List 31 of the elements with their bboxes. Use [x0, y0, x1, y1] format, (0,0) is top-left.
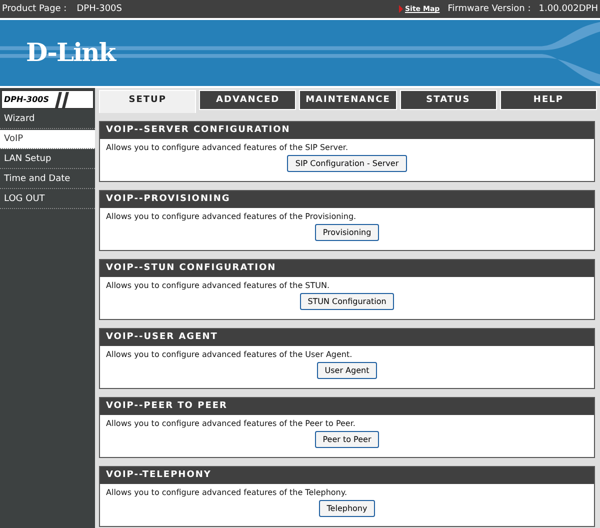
tab[interactable]: ADVANCED	[199, 90, 296, 110]
section-title: VOIP--TELEPHONY	[100, 467, 594, 484]
tab[interactable]: MAINTENANCE	[299, 90, 397, 110]
section-button[interactable]: Provisioning	[314, 224, 380, 241]
section-description: Allows you to configure advanced features of the SIP Server.	[106, 143, 348, 152]
tab[interactable]: HELP	[500, 90, 598, 110]
tab[interactable]: SETUP	[99, 90, 196, 113]
section-button[interactable]: STUN Configuration	[300, 293, 394, 310]
section-description: Allows you to configure advanced features of the Telephony.	[106, 488, 348, 497]
section-description: Allows you to configure advanced features of the Provisioning.	[106, 212, 356, 221]
section-title: VOIP--PEER TO PEER	[100, 398, 594, 415]
section-button[interactable]: Telephony	[318, 500, 376, 517]
section-description: Allows you to configure advanced features of the User Agent.	[106, 350, 352, 359]
section-button[interactable]: SIP Configuration - Server	[287, 155, 407, 172]
tab[interactable]: STATUS	[400, 90, 497, 110]
model-name: DPH-300S	[4, 95, 49, 104]
product-name: DPH-300S	[76, 4, 122, 14]
section-button[interactable]: User Agent	[316, 362, 378, 379]
section-description: Allows you to configure advanced features of the STUN.	[106, 281, 330, 290]
sidebar-item[interactable]: VoIP	[0, 130, 95, 149]
arrow-icon	[399, 5, 404, 13]
section-title: VOIP--PROVISIONING	[100, 191, 594, 208]
section-title: VOIP--SERVER CONFIGURATION	[100, 122, 594, 139]
section-title: VOIP--USER AGENT	[100, 329, 594, 346]
product-label: Product Page :	[2, 4, 67, 14]
section-description: Allows you to configure advanced features of the Peer to Peer.	[106, 419, 356, 428]
section-button[interactable]: Peer to Peer	[314, 431, 380, 448]
section-title: VOIP--STUN CONFIGURATION	[100, 260, 594, 277]
logo: D-Link	[26, 38, 116, 67]
firmware-label: Firmware Version :	[448, 4, 531, 14]
firmware-version: 1.00.002DPH	[538, 4, 598, 14]
